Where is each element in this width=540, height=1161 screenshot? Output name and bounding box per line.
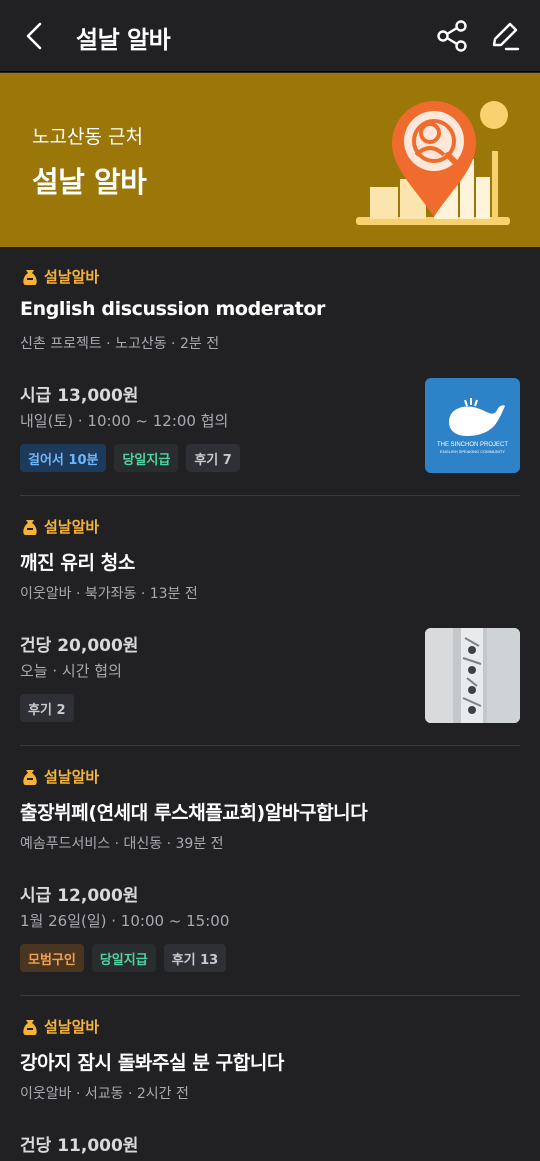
job-card[interactable]: 설날알바 출장뷔페(연세대 루스채플교회)알바구합니다 예솜푸드서비스 · 대신… [0, 766, 540, 996]
thumbnail-brand-text: THE SINCHON PROJECT [437, 442, 508, 448]
job-meta: 이웃알바 · 북가좌동 · 13분 전 [20, 586, 198, 602]
edit-icon[interactable] [486, 18, 522, 54]
divider [20, 745, 520, 746]
same-day-pay-tag: 당일지급 [114, 444, 179, 472]
job-title[interactable]: 출장뷔페(연세대 루스채플교회)알바구합니다 [20, 798, 368, 825]
review-count-tag: 후기 13 [163, 944, 227, 972]
review-count-tag: 후기 7 [186, 444, 240, 472]
page-title: 설날 알바 [76, 26, 171, 54]
job-meta: 예솜푸드서비스 · 대신동 · 39분 전 [20, 836, 224, 852]
job-time: 오늘 · 시간 협의 [20, 662, 122, 680]
review-count-tag: 후기 2 [20, 694, 74, 722]
category-label: 설날알바 [44, 268, 100, 286]
category-badge: 설날알바 [20, 766, 99, 787]
category-badge: 설날알바 [20, 266, 99, 287]
tag-list: 후기 2 [20, 694, 74, 722]
job-title[interactable]: English discussion moderator [20, 298, 325, 320]
model-employer-tag: 모범구인 [20, 944, 84, 972]
job-pay: 건당 11,000원 [20, 1136, 139, 1156]
job-thumbnail[interactable]: THE SINCHON PROJECT ENGLISH SPEAKING COM… [425, 378, 520, 473]
job-pay: 시급 13,000원 [20, 386, 139, 406]
money-bag-icon [23, 519, 37, 535]
job-title[interactable]: 강아지 잠시 돌봐주실 분 구합니다 [20, 1048, 284, 1075]
same-day-pay-tag: 당일지급 [91, 944, 156, 972]
category-label: 설날알바 [44, 768, 100, 786]
job-card[interactable]: 설날알바 강아지 잠시 돌봐주실 분 구합니다 이웃알바 · 서교동 · 2시간… [0, 1016, 540, 1161]
back-arrow-icon[interactable] [18, 18, 54, 54]
top-app-bar: 설날 알바 [0, 0, 540, 72]
category-badge: 설날알바 [20, 1016, 99, 1037]
hero-banner: 노고산동 근처 설날 알바 [0, 73, 540, 247]
divider [20, 995, 520, 996]
broken-glass-photo [425, 628, 520, 723]
job-time: 1월 26일(일) · 10:00 ~ 15:00 [20, 912, 230, 930]
money-bag-icon [23, 1019, 37, 1035]
whale-logo-icon: THE SINCHON PROJECT ENGLISH SPEAKING COM… [437, 398, 508, 454]
job-pay: 건당 20,000원 [20, 636, 139, 656]
job-time: 내일(토) · 10:00 ~ 12:00 협의 [20, 412, 229, 430]
thumbnail-tagline-text: ENGLISH SPEAKING COMMUNITY [440, 449, 505, 454]
location-search-illustration [356, 101, 510, 225]
walk-time-tag: 걸어서 10분 [20, 444, 107, 472]
money-bag-icon [23, 269, 37, 285]
job-meta: 이웃알바 · 서교동 · 2시간 전 [20, 1086, 189, 1102]
job-card[interactable]: 설날알바 English discussion moderator 신촌 프로젝… [0, 266, 540, 496]
job-pay: 시급 12,000원 [20, 886, 139, 906]
tag-list: 모범구인 당일지급 후기 13 [20, 944, 227, 972]
category-label: 설날알바 [44, 1018, 100, 1036]
money-bag-icon [23, 769, 37, 785]
banner-title: 설날 알바 [32, 165, 147, 199]
banner-location: 노고산동 근처 [32, 126, 143, 148]
tag-list: 걸어서 10분 당일지급 후기 7 [20, 444, 240, 472]
job-card[interactable]: 설날알바 깨진 유리 청소 이웃알바 · 북가좌동 · 13분 전 건당 20,… [0, 516, 540, 746]
divider [20, 495, 520, 496]
job-thumbnail[interactable] [425, 628, 520, 723]
job-meta: 신촌 프로젝트 · 노고산동 · 2분 전 [20, 336, 220, 352]
category-label: 설날알바 [44, 518, 100, 536]
job-title[interactable]: 깨진 유리 청소 [20, 548, 135, 575]
category-badge: 설날알바 [20, 516, 99, 537]
share-icon[interactable] [434, 18, 470, 54]
